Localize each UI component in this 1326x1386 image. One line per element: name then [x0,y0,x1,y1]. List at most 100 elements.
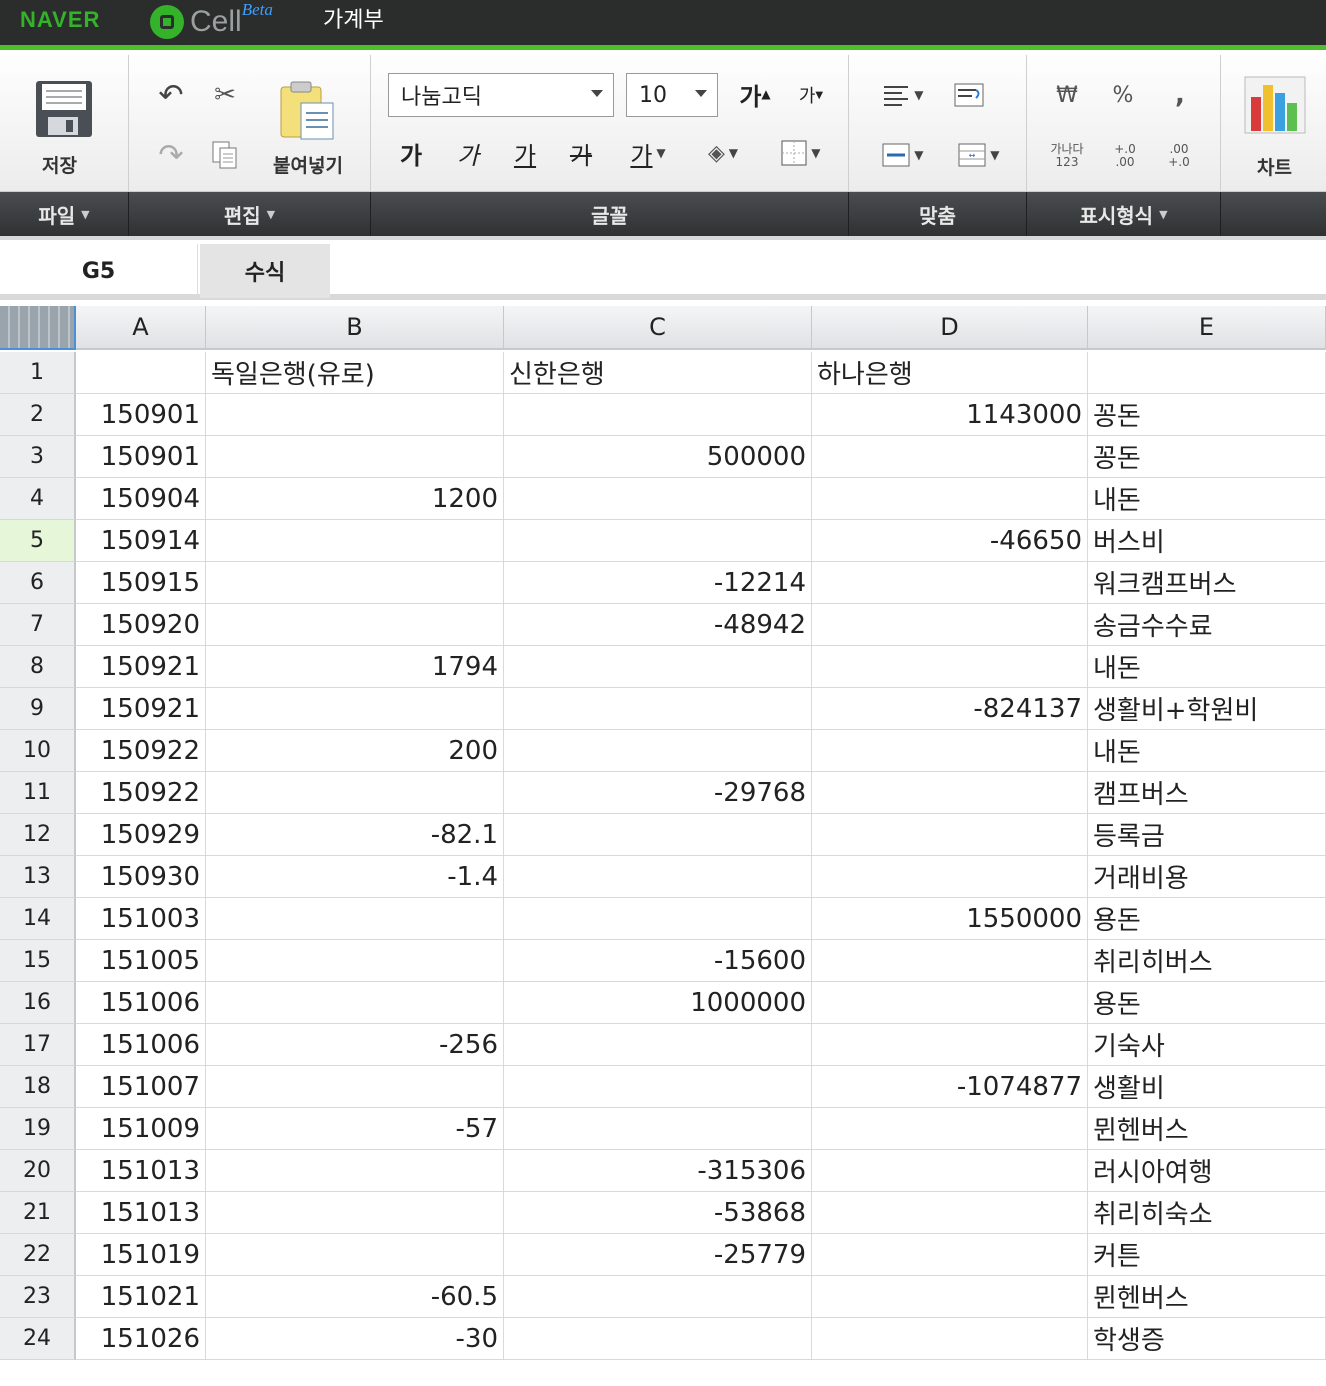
cell-e[interactable]: 꽁돈 [1088,394,1326,436]
formula-input[interactable] [332,244,1326,298]
cell-e[interactable]: 등록금 [1088,814,1326,856]
italic-button[interactable]: 가 [448,135,488,171]
cell-b[interactable] [206,898,504,940]
cell-d[interactable]: -824137 [812,688,1088,730]
cell-b[interactable] [206,604,504,646]
file-menu[interactable]: 파일 ▼ [0,192,129,236]
cell-c[interactable]: 신한은행 [504,352,812,394]
cell-e[interactable]: 취리히숙소 [1088,1192,1326,1234]
row-header[interactable]: 3 [0,436,76,478]
cell-e[interactable]: 꽁돈 [1088,436,1326,478]
cell-c[interactable]: -12214 [504,562,812,604]
cell-c[interactable] [504,1276,812,1318]
cell-e[interactable] [1088,352,1326,394]
cell-d[interactable] [812,1234,1088,1276]
cell-b[interactable]: 200 [206,730,504,772]
cell-c[interactable] [504,730,812,772]
cell-e[interactable]: 송금수수료 [1088,604,1326,646]
cell-c[interactable] [504,1024,812,1066]
merge-cells-icon[interactable]: ↔ ▼ [949,137,1009,173]
row-header[interactable]: 1 [0,352,76,394]
cell-d[interactable] [812,478,1088,520]
paste-button[interactable]: 붙여넣기 [269,75,359,185]
row-header[interactable]: 15 [0,940,76,982]
column-header-d[interactable]: D [812,306,1088,350]
cell-b[interactable] [206,436,504,478]
cell-d[interactable] [812,604,1088,646]
cell-e[interactable]: 커튼 [1088,1234,1326,1276]
cell-e[interactable]: 용돈 [1088,898,1326,940]
cell-e[interactable]: 용돈 [1088,982,1326,1024]
cell-a[interactable]: 151005 [76,940,206,982]
cell-e[interactable]: 뮌헨버스 [1088,1276,1326,1318]
cell-c[interactable]: -15600 [504,940,812,982]
cell-e[interactable]: 러시아여행 [1088,1150,1326,1192]
cell-a[interactable]: 151007 [76,1066,206,1108]
cell-d[interactable]: 하나은행 [812,352,1088,394]
font-name-select[interactable]: 나눔고딕 [388,73,614,117]
cell-d[interactable] [812,646,1088,688]
cell-e[interactable]: 기숙사 [1088,1024,1326,1066]
cell-d[interactable] [812,1192,1088,1234]
cell-d[interactable] [812,436,1088,478]
edit-menu[interactable]: 편집 ▼ [129,192,371,236]
cell-reference-box[interactable]: G5 [0,244,198,298]
cell-b[interactable]: -30 [206,1318,504,1360]
row-header[interactable]: 19 [0,1108,76,1150]
cell-a[interactable]: 151006 [76,1024,206,1066]
decrease-decimal-button[interactable]: .00 +.0 [1157,137,1201,175]
copy-icon[interactable] [205,137,245,173]
cell-a[interactable]: 151013 [76,1192,206,1234]
cell-c[interactable]: 1000000 [504,982,812,1024]
cell-c[interactable] [504,646,812,688]
cell-b[interactable]: -60.5 [206,1276,504,1318]
cell-c[interactable] [504,1318,812,1360]
cell-a[interactable]: 151021 [76,1276,206,1318]
cell-d[interactable]: 1550000 [812,898,1088,940]
cell-c[interactable] [504,856,812,898]
cell-b[interactable] [206,1234,504,1276]
cell-d[interactable] [812,856,1088,898]
cell-a[interactable]: 151019 [76,1234,206,1276]
cell-e[interactable]: 내돈 [1088,646,1326,688]
cell-a[interactable]: 150901 [76,436,206,478]
cell-c[interactable] [504,394,812,436]
cell-a[interactable]: 150929 [76,814,206,856]
cell-d[interactable] [812,814,1088,856]
cell-e[interactable]: 취리히버스 [1088,940,1326,982]
cell-a[interactable]: 150915 [76,562,206,604]
bold-button[interactable]: 가 [391,135,431,171]
cell-e[interactable]: 캠프버스 [1088,772,1326,814]
undo-icon[interactable]: ↶ [151,77,191,113]
percent-button[interactable]: % [1103,77,1143,113]
fill-color-icon[interactable]: ◈ ▼ [693,135,753,171]
column-header-c[interactable]: C [504,306,812,350]
cell-c[interactable]: 500000 [504,436,812,478]
row-header[interactable]: 9 [0,688,76,730]
cell-c[interactable] [504,814,812,856]
cell-e[interactable]: 생활비 [1088,1066,1326,1108]
align-left-icon[interactable]: ▼ [873,77,933,113]
row-header[interactable]: 24 [0,1318,76,1360]
increase-decimal-button[interactable]: +.0 .00 [1103,137,1147,175]
cell-e[interactable]: 버스비 [1088,520,1326,562]
wrap-text-icon[interactable] [949,77,989,113]
currency-button[interactable]: ₩ [1047,77,1087,113]
cell-b[interactable]: -256 [206,1024,504,1066]
row-header[interactable]: 21 [0,1192,76,1234]
row-header[interactable]: 2 [0,394,76,436]
row-header[interactable]: 14 [0,898,76,940]
cell-b[interactable] [206,394,504,436]
column-header-a[interactable]: A [76,306,206,350]
cell-b[interactable]: -1.4 [206,856,504,898]
cell-e[interactable]: 내돈 [1088,730,1326,772]
cell-b[interactable] [206,1066,504,1108]
row-header[interactable]: 7 [0,604,76,646]
document-title[interactable]: 가계부 [323,2,384,34]
row-header[interactable]: 8 [0,646,76,688]
cell-b[interactable] [206,772,504,814]
cell-c[interactable]: -25779 [504,1234,812,1276]
cell-d[interactable] [812,1318,1088,1360]
cell-b[interactable] [206,562,504,604]
row-header[interactable]: 11 [0,772,76,814]
